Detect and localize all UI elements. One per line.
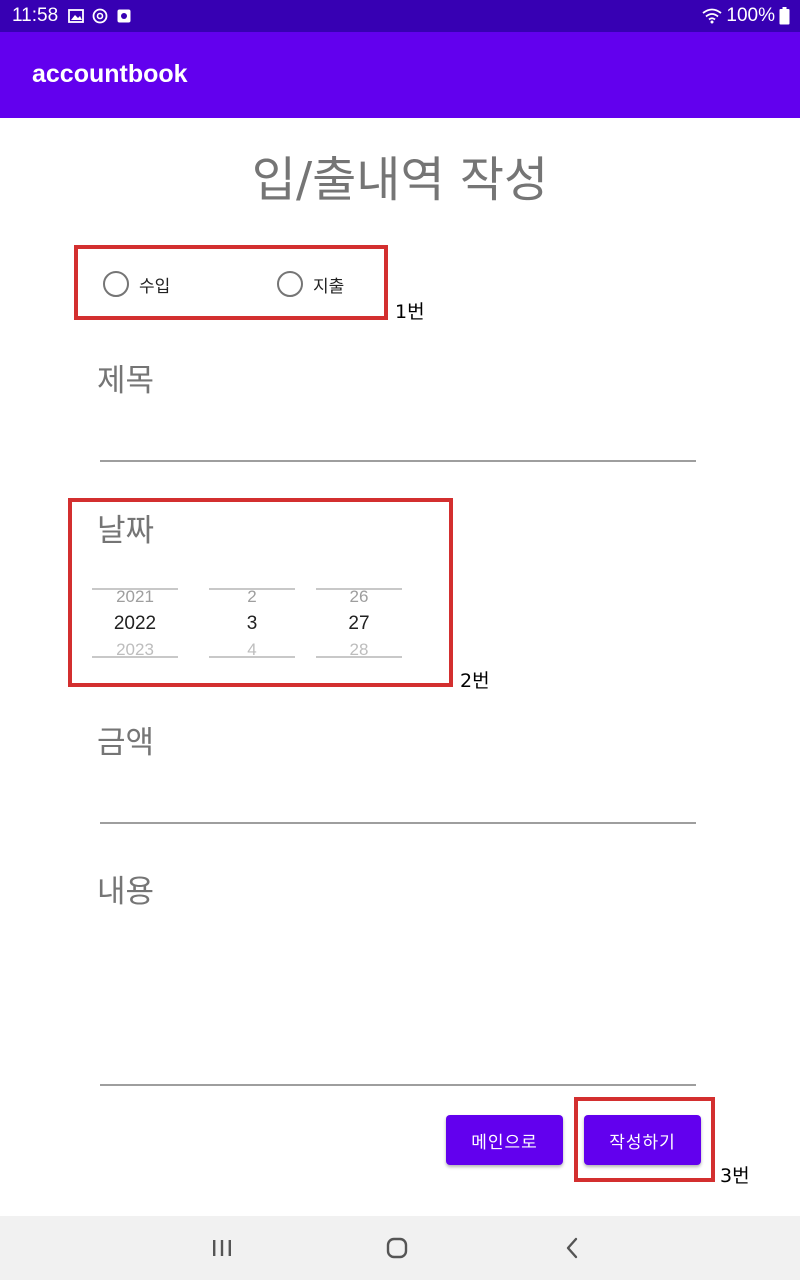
- recent-apps-icon[interactable]: [202, 1230, 242, 1266]
- day-current[interactable]: 27: [316, 613, 402, 635]
- wifi-icon: [702, 8, 722, 24]
- app-title: accountbook: [32, 60, 188, 88]
- radio-income-circle[interactable]: [103, 271, 129, 297]
- year-prev[interactable]: 2021: [92, 587, 178, 607]
- year-current[interactable]: 2022: [92, 613, 178, 635]
- radio-income-label: 수입: [139, 276, 171, 297]
- app-bar: accountbook: [0, 32, 800, 118]
- status-bar: 11:58 100%: [0, 0, 800, 32]
- date-label: 날짜: [97, 513, 155, 549]
- day-prev[interactable]: 26: [316, 587, 402, 607]
- month-picker[interactable]: 2 3 4: [209, 580, 295, 670]
- sync-icon: [92, 8, 108, 24]
- back-glyph: [566, 1237, 578, 1259]
- home-icon[interactable]: [377, 1230, 417, 1266]
- month-next[interactable]: 4: [209, 640, 295, 660]
- image-icon: [68, 9, 84, 23]
- status-time: 11:58: [12, 5, 59, 26]
- title-input[interactable]: [100, 418, 696, 458]
- app-icon: [117, 9, 131, 23]
- amount-label: 금액: [97, 725, 155, 761]
- content-label: 내용: [97, 874, 155, 910]
- content-underline: [100, 1084, 696, 1086]
- radio-expense-circle[interactable]: [277, 271, 303, 297]
- radio-expense-label: 지출: [313, 276, 345, 297]
- title-label: 제목: [97, 363, 155, 399]
- system-nav-bar: [0, 1216, 800, 1280]
- radio-income[interactable]: 수입: [103, 271, 170, 297]
- amount-underline: [100, 822, 696, 824]
- content-input[interactable]: [100, 920, 696, 1080]
- year-next[interactable]: 2023: [92, 640, 178, 660]
- battery-icon: [779, 7, 790, 25]
- year-picker[interactable]: 2021 2022 2023: [92, 580, 178, 670]
- battery-percent: 100%: [726, 5, 775, 26]
- main-button[interactable]: 메인으로: [446, 1115, 563, 1165]
- radio-expense[interactable]: 지출: [277, 271, 344, 297]
- day-next[interactable]: 28: [316, 640, 402, 660]
- day-picker[interactable]: 26 27 28: [316, 580, 402, 670]
- back-icon[interactable]: [552, 1230, 592, 1266]
- page-title: 입/출내역 작성: [251, 152, 549, 208]
- amount-input[interactable]: [100, 780, 696, 820]
- month-current[interactable]: 3: [209, 613, 295, 635]
- annotation-label-3: 3번: [720, 1165, 750, 1187]
- home-glyph: [386, 1237, 408, 1259]
- month-prev[interactable]: 2: [209, 587, 295, 607]
- title-underline: [100, 460, 696, 462]
- recent-apps-glyph: [213, 1240, 231, 1256]
- annotation-label-1: 1번: [395, 301, 425, 323]
- annotation-label-2: 2번: [460, 670, 490, 692]
- submit-button[interactable]: 작성하기: [584, 1115, 701, 1165]
